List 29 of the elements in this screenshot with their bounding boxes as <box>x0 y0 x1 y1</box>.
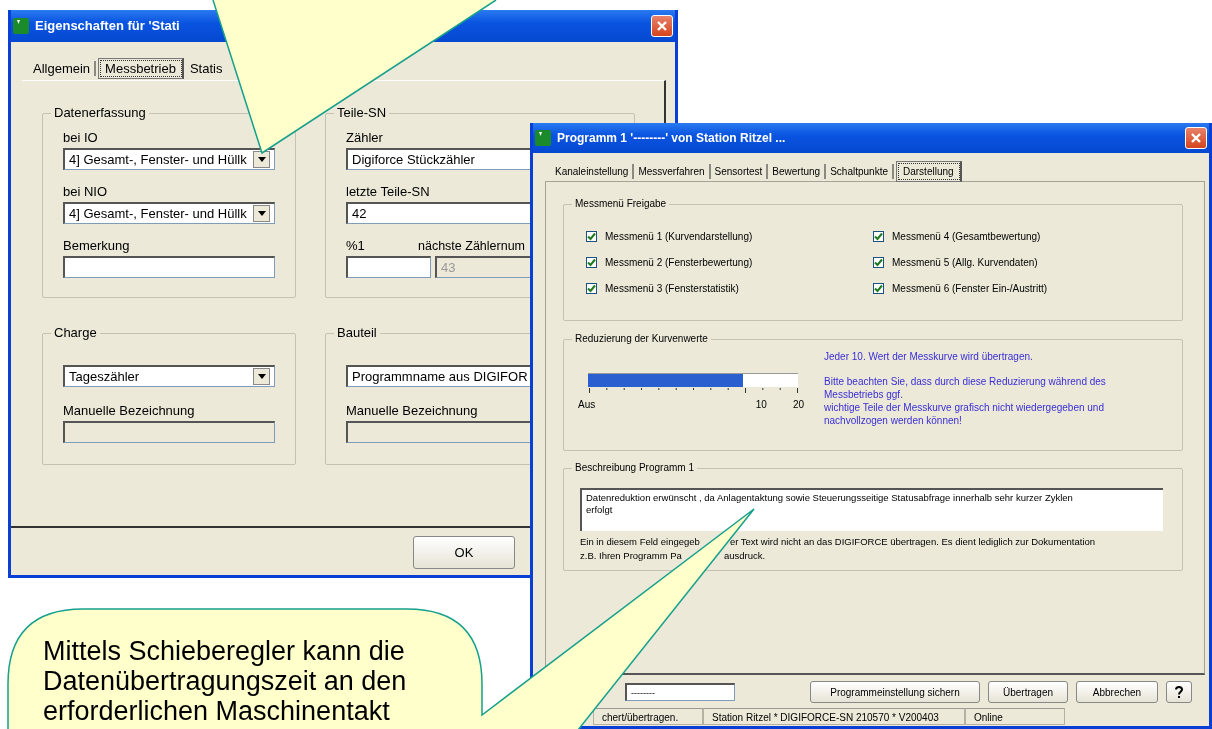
scale-label: 10 <box>755 398 767 412</box>
field-label: Zähler <box>346 129 383 147</box>
warning-text: Bitte beachten Sie, dass durch diese Reduzierung während des Messbetriebs ggf. wichtige Teile der Messkurve grafisch nicht wiedergegeben und nachvollzogen werden können! <box>824 375 1106 427</box>
field-label: Bemerkung <box>63 237 130 255</box>
note-text: z.B. Ihren Programm Pa <box>580 549 682 563</box>
window-title: Eigenschaften für 'Stati <box>35 17 180 36</box>
group-title: Reduzierung der Kurvenwerte <box>572 331 711 347</box>
field-label: nächste Zählernum <box>418 238 525 255</box>
field-label: bei IO <box>63 129 98 147</box>
callout-text: Mittels Schieberegler kann die Datenübertragungszeit an den erforderlichen Maschinentakt <box>43 636 407 726</box>
note-text: Ein in diesem Feld eingegeb <box>580 535 700 549</box>
field-label: Manuelle Bezeichnung <box>346 402 478 420</box>
group-title: Messmenü Freigabe <box>572 196 670 212</box>
field-label: %1 <box>346 237 365 255</box>
info-text: Jeder 10. Wert der Messkurve wird übertragen. <box>824 350 1034 363</box>
scale-label: 20 <box>792 398 804 412</box>
status-cell: Online <box>965 708 1065 725</box>
group-title: Charge <box>51 325 100 341</box>
window-title: Programm 1 '--------' von Station Ritzel ... <box>557 130 786 147</box>
scale-label: Aus <box>578 398 596 412</box>
status-cell: Station Ritzel * DIGIFORCE-SN 210570 * V200403 <box>703 708 965 725</box>
field-label: letzte Teile-SN <box>346 183 430 201</box>
field-label: Manuelle Bezeichnung <box>63 402 195 420</box>
note-text: ausdruck. <box>723 549 766 563</box>
group-title: Datenerfassung <box>51 105 149 121</box>
group-title: Beschreibung Programm 1 <box>572 460 697 476</box>
field-label: bei NIO <box>63 183 108 201</box>
status-cell: chert/übertragen. <box>593 708 703 725</box>
note-text: er Text wird nicht an das DIGIFORCE übertragen. Es dient lediglich zur Dokumentation <box>729 535 1096 549</box>
